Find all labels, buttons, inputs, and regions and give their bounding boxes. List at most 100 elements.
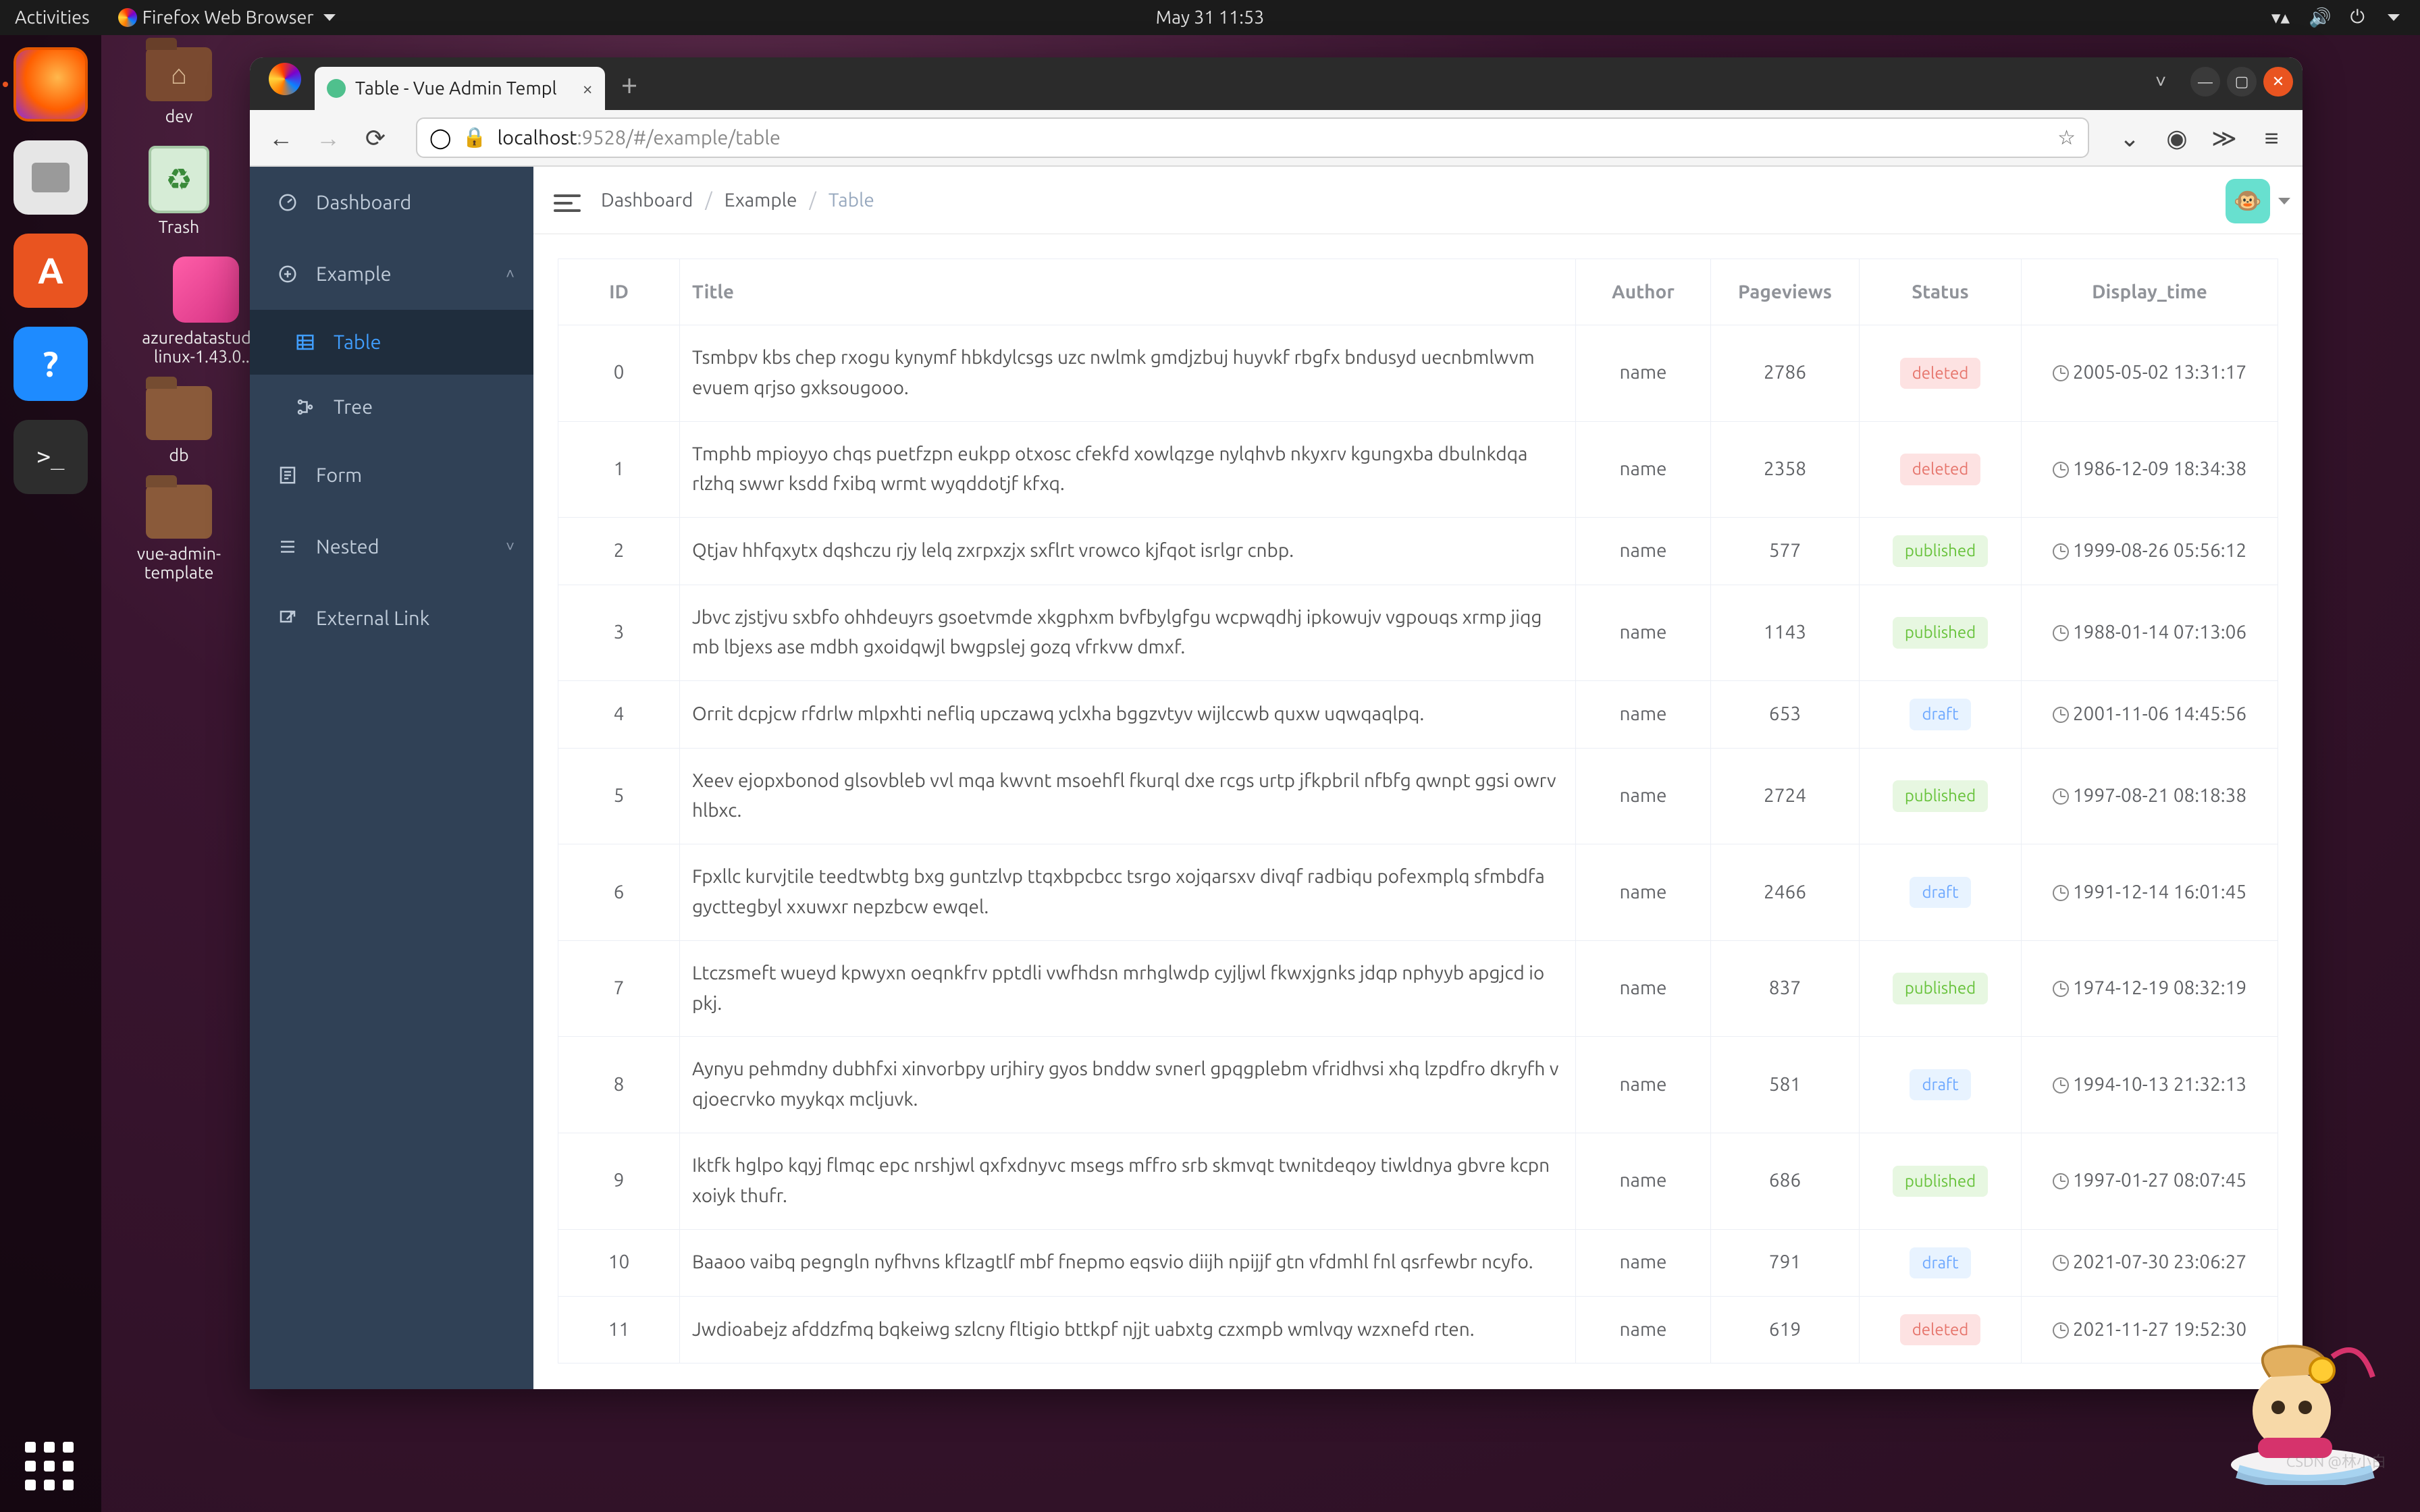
cell-status: published: [1860, 1133, 2022, 1229]
sidebar-item-table[interactable]: Table: [250, 310, 533, 375]
active-app-label[interactable]: Firefox Web Browser: [142, 7, 314, 28]
url-path: :9528/#/example/table: [577, 127, 781, 148]
dock-software[interactable]: [14, 234, 88, 308]
table-row[interactable]: 1Tmphb mpioyyo chqs puetfzpn eukpp otxos…: [558, 421, 2278, 518]
table-row[interactable]: 8Aynyu pehmdny dubhfxi xinvorbpy urjhiry…: [558, 1037, 2278, 1133]
gnome-clock[interactable]: May 31 11:53: [1156, 7, 1265, 28]
back-button[interactable]: ←: [261, 117, 301, 158]
table-row[interactable]: 0Tsmbpv kbs chep rxogu kynymf hbkdylcsgs…: [558, 325, 2278, 422]
cell-author: name: [1576, 681, 1711, 748]
cell-author: name: [1576, 1229, 1711, 1296]
desktop-label: vue-admin-template: [122, 544, 236, 582]
chevron-down-icon: ˅: [506, 538, 515, 556]
pocket-icon[interactable]: ⌄: [2109, 117, 2150, 158]
sidebar-item-example[interactable]: Example ˄: [250, 238, 533, 310]
breadcrumb-item[interactable]: Example: [725, 190, 797, 211]
window-minimize[interactable]: —: [2190, 67, 2220, 97]
url-host: localhost: [498, 127, 577, 148]
cell-title: Tsmbpv kbs chep rxogu kynymf hbkdylcsgs …: [680, 325, 1576, 422]
activities-button[interactable]: Activities: [15, 7, 90, 28]
account-icon[interactable]: ◉: [2157, 117, 2197, 158]
status-badge: draft: [1910, 1247, 1970, 1278]
desktop-folder-vue[interactable]: vue-admin-template: [122, 485, 236, 582]
reload-button[interactable]: ⟳: [355, 117, 396, 158]
status-badge: draft: [1910, 877, 1970, 908]
sidebar-item-tree[interactable]: Tree: [250, 375, 533, 439]
user-menu[interactable]: 🐵: [2226, 179, 2290, 223]
avatar: 🐵: [2226, 179, 2270, 223]
th-id[interactable]: ID: [558, 259, 680, 325]
status-badge: published: [1893, 617, 1988, 648]
dock-help[interactable]: ?: [14, 327, 88, 401]
overflow-icon[interactable]: ≫: [2204, 117, 2244, 158]
data-table: ID Title Author Pageviews Status Display…: [558, 259, 2278, 1364]
app-topbar: Dashboard / Example / Table 🐵: [533, 167, 2303, 234]
table-row[interactable]: 9Iktfk hglpo kqyj flmqc epc nrshjwl qxfx…: [558, 1133, 2278, 1229]
lock-icon[interactable]: 🔒: [462, 126, 486, 149]
new-tab-button[interactable]: +: [610, 65, 648, 103]
table-row[interactable]: 3Jbvc zjstjvu sxbfo ohhdeuyrs gsoetvmde …: [558, 585, 2278, 681]
browser-tab-active[interactable]: Table - Vue Admin Templ ×: [315, 67, 605, 110]
breadcrumb-sep: /: [810, 190, 816, 211]
address-bar[interactable]: ◯ 🔒 localhost:9528/#/example/table ☆: [416, 117, 2089, 158]
desktop-folder-db[interactable]: db: [122, 386, 236, 464]
power-icon[interactable]: ⏻: [2350, 7, 2365, 28]
table-row[interactable]: 10Baaoo vaibq pegngln nyfhvns kflzagtlf …: [558, 1229, 2278, 1296]
desktop-folder-dev[interactable]: ⌂ dev: [122, 47, 236, 126]
firefox-indicator-icon: [118, 8, 137, 27]
close-tab-icon[interactable]: ×: [582, 78, 593, 99]
sidebar-toggle-button[interactable]: [554, 190, 581, 211]
table-row[interactable]: 2Qtjav hhfqxytx dqshczu rjy lelq zxrpxzj…: [558, 518, 2278, 585]
shield-icon[interactable]: ◯: [429, 126, 451, 149]
firefox-tab-strip: Table - Vue Admin Templ × + ˅ — ▢ ✕: [250, 57, 2303, 110]
dock-files[interactable]: [14, 140, 88, 215]
window-close[interactable]: ✕: [2263, 67, 2293, 97]
dock-terminal[interactable]: [14, 420, 88, 494]
chevron-down-icon[interactable]: [323, 14, 336, 21]
clock-icon: [2053, 885, 2069, 901]
table-row[interactable]: 6Fpxllc kurvjtile teedtwbtg bxg guntzlvp…: [558, 844, 2278, 941]
cell-author: name: [1576, 421, 1711, 518]
cell-status: deleted: [1860, 421, 2022, 518]
th-time[interactable]: Display_time: [2022, 259, 2278, 325]
dock-show-apps[interactable]: [25, 1442, 76, 1493]
bookmark-star-icon[interactable]: ☆: [2057, 126, 2076, 150]
th-author[interactable]: Author: [1576, 259, 1711, 325]
network-icon[interactable]: ▾▴: [2271, 7, 2290, 28]
cell-id: 9: [558, 1133, 680, 1229]
th-status[interactable]: Status: [1860, 259, 2022, 325]
dock-firefox[interactable]: [14, 47, 88, 122]
window-maximize[interactable]: ▢: [2227, 67, 2257, 97]
tabs-dropdown-icon[interactable]: ˅: [2146, 67, 2176, 97]
menu-icon[interactable]: ≡: [2251, 117, 2292, 158]
cell-time: 1988-01-14 07:13:06: [2022, 585, 2278, 681]
desktop-label: Trash: [122, 217, 236, 236]
sidebar-item-dashboard[interactable]: Dashboard: [250, 167, 533, 238]
sidebar-item-external[interactable]: External Link: [250, 583, 533, 654]
th-title[interactable]: Title: [680, 259, 1576, 325]
breadcrumb-item[interactable]: Dashboard: [601, 190, 693, 211]
table-row[interactable]: 4Orrit dcpjcw rfdrlw mlpxhti nefliq upcz…: [558, 681, 2278, 748]
cell-status: published: [1860, 585, 2022, 681]
cell-title: Xeev ejopxbonod glsovbleb vvl mqa kwvnt …: [680, 748, 1576, 844]
forward-button: →: [308, 117, 348, 158]
th-pv[interactable]: Pageviews: [1711, 259, 1860, 325]
content-area: ID Title Author Pageviews Status Display…: [533, 234, 2303, 1389]
sidebar-item-nested[interactable]: Nested ˅: [250, 511, 533, 583]
clock-icon: [2053, 707, 2069, 723]
table-row[interactable]: 5Xeev ejopxbonod glsovbleb vvl mqa kwvnt…: [558, 748, 2278, 844]
cell-id: 5: [558, 748, 680, 844]
cell-pv: 686: [1711, 1133, 1860, 1229]
chevron-down-icon[interactable]: [2388, 14, 2400, 21]
table-row[interactable]: 11Jwdioabejz afddzfmq bqkeiwg szlcny flt…: [558, 1296, 2278, 1363]
volume-icon[interactable]: 🔊: [2309, 7, 2332, 28]
table-row[interactable]: 7Ltczsmeft wueyd kpwyxn oeqnkfrv pptdli …: [558, 940, 2278, 1037]
cell-status: draft: [1860, 1037, 2022, 1133]
status-badge: published: [1893, 535, 1988, 566]
table-icon: [294, 331, 316, 353]
desktop-trash[interactable]: Trash: [122, 146, 236, 236]
cell-pv: 619: [1711, 1296, 1860, 1363]
cell-pv: 577: [1711, 518, 1860, 585]
sidebar-item-form[interactable]: Form: [250, 439, 533, 511]
cell-pv: 1143: [1711, 585, 1860, 681]
